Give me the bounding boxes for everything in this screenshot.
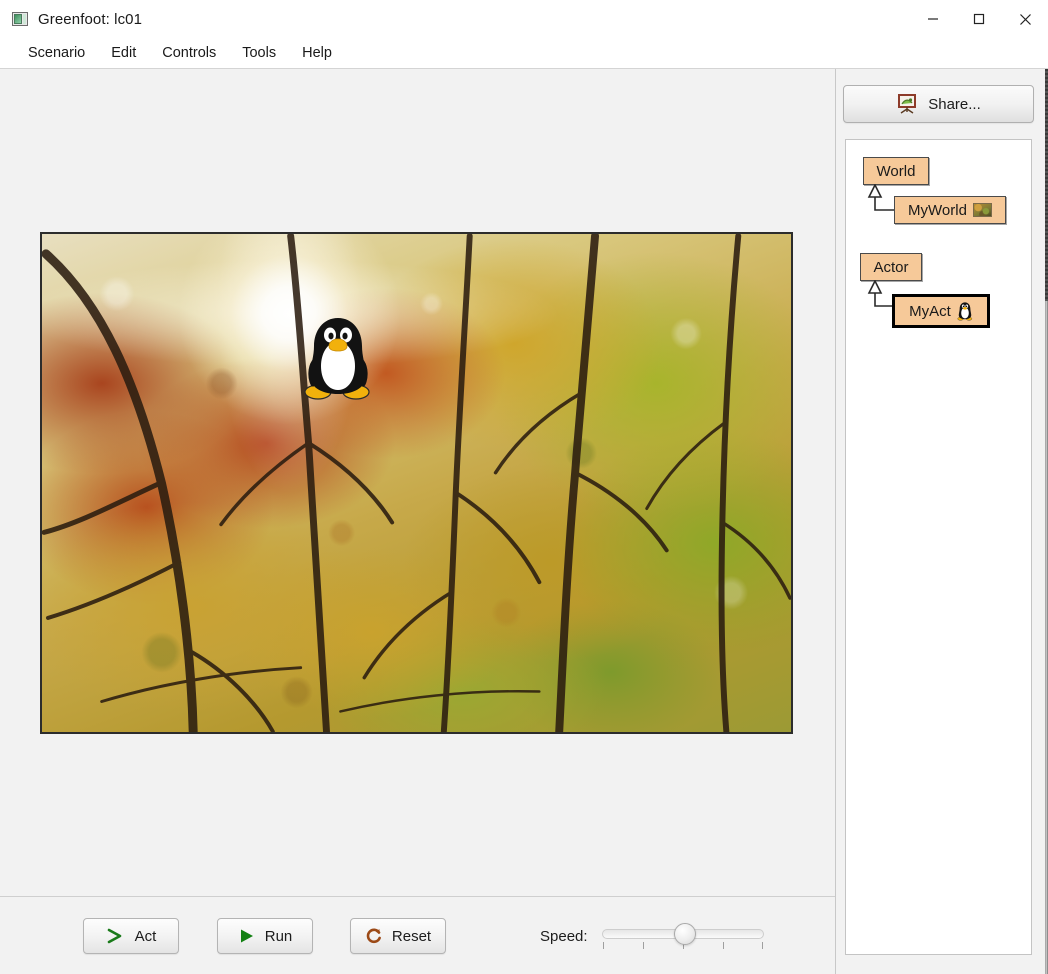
share-easel-icon bbox=[896, 94, 918, 114]
act-button-label: Act bbox=[135, 928, 157, 945]
main-area: Act Run Reset Speed: bbox=[0, 69, 1048, 974]
control-bar: Act Run Reset Speed: bbox=[0, 898, 835, 974]
menu-item-controls[interactable]: Controls bbox=[150, 42, 228, 64]
class-node-world-label: World bbox=[877, 163, 916, 180]
tree-branches-overlay bbox=[42, 234, 791, 733]
tux-penguin-icon bbox=[957, 301, 973, 321]
reset-circular-arrow-icon bbox=[365, 927, 383, 945]
world-view[interactable] bbox=[40, 232, 793, 734]
run-button[interactable]: Run bbox=[217, 918, 313, 954]
right-edge-scrollbar[interactable] bbox=[1043, 69, 1048, 974]
title-bar: Greenfoot: lc01 bbox=[0, 0, 1048, 38]
speed-slider[interactable] bbox=[602, 921, 764, 951]
maximize-icon[interactable] bbox=[956, 0, 1002, 38]
class-node-myworld[interactable]: MyWorld bbox=[894, 196, 1006, 224]
menu-item-edit[interactable]: Edit bbox=[99, 42, 148, 64]
menu-bar: Scenario Edit Controls Tools Help bbox=[0, 38, 1048, 69]
close-icon[interactable] bbox=[1002, 0, 1048, 38]
world-image-thumbnail bbox=[973, 203, 992, 217]
class-browser-pane: Share... World MyWorld Actor bbox=[836, 69, 1047, 974]
menu-item-help[interactable]: Help bbox=[290, 42, 344, 64]
greenfoot-app-icon bbox=[12, 12, 28, 26]
share-button-label: Share... bbox=[928, 96, 981, 113]
window-title: Greenfoot: lc01 bbox=[38, 11, 142, 28]
menu-item-scenario[interactable]: Scenario bbox=[16, 42, 97, 64]
act-button[interactable]: Act bbox=[83, 918, 179, 954]
reset-button-label: Reset bbox=[392, 928, 431, 945]
act-chevron-icon bbox=[106, 928, 126, 944]
class-node-world[interactable]: World bbox=[863, 157, 929, 185]
run-button-label: Run bbox=[265, 928, 293, 945]
class-node-actor[interactable]: Actor bbox=[860, 253, 922, 281]
speed-label: Speed: bbox=[540, 928, 588, 945]
run-triangle-icon bbox=[238, 928, 256, 944]
class-node-actor-label: Actor bbox=[873, 259, 908, 276]
world-canvas[interactable] bbox=[0, 69, 835, 897]
tux-penguin-actor[interactable] bbox=[304, 312, 372, 402]
menu-item-tools[interactable]: Tools bbox=[230, 42, 288, 64]
class-node-myact[interactable]: MyAct bbox=[892, 294, 990, 328]
class-node-myworld-label: MyWorld bbox=[908, 202, 967, 219]
minimize-icon[interactable] bbox=[910, 0, 956, 38]
window-controls bbox=[910, 0, 1048, 38]
share-button[interactable]: Share... bbox=[843, 85, 1034, 123]
class-node-myact-label: MyAct bbox=[909, 303, 951, 320]
reset-button[interactable]: Reset bbox=[350, 918, 446, 954]
speed-control: Speed: bbox=[540, 921, 764, 951]
class-diagram-panel[interactable]: World MyWorld Actor M bbox=[845, 139, 1032, 955]
world-pane: Act Run Reset Speed: bbox=[0, 69, 836, 974]
